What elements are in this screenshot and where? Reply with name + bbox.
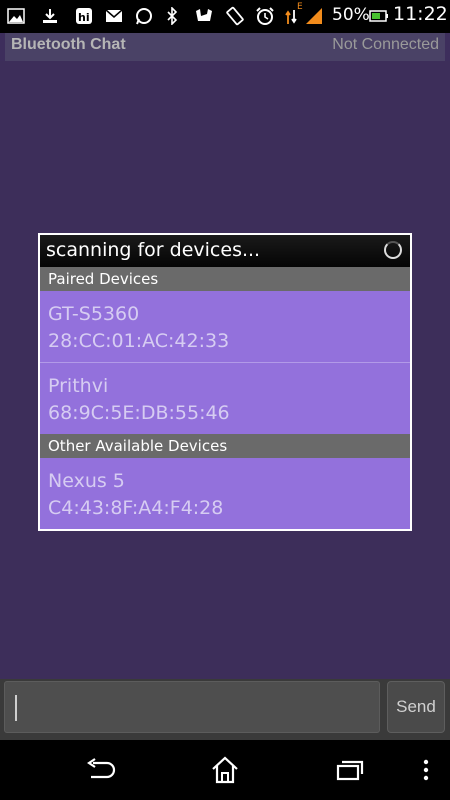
home-icon[interactable] [205,752,245,788]
network-type-label: E [297,2,303,12]
device-item-gt-s5360[interactable]: GT-S5360 28:CC:01:AC:42:33 [40,291,410,362]
device-item-nexus-5[interactable]: Nexus 5 C4:43:8F:A4:F4:28 [40,458,410,529]
other-devices-header: Other Available Devices [40,434,410,458]
title-bar-panel: Bluetooth Chat Not Connected [5,33,445,61]
gmail-icon [104,6,124,26]
recent-apps-icon[interactable] [330,752,370,788]
mobile-data-icon [284,6,298,26]
nfc-icon [192,6,216,26]
app-title: Bluetooth Chat [11,36,126,53]
device-address: C4:43:8F:A4:F4:28 [48,497,224,519]
device-item-prithvi[interactable]: Prithvi 68:9C:5E:DB:55:46 [40,363,410,434]
device-name: GT-S5360 [48,303,140,325]
paired-devices-label: Paired Devices [48,270,159,288]
menu-icon[interactable] [406,752,446,788]
battery-icon [368,6,390,26]
compose-bar: Send [0,679,450,740]
download-icon [40,6,60,26]
dialog-title: scanning for devices... [46,239,261,261]
device-name: Prithvi [48,375,109,397]
whatsapp-icon [134,6,154,26]
paired-devices-header: Paired Devices [40,267,410,291]
device-address: 28:CC:01:AC:42:33 [48,330,230,352]
navigation-bar [0,740,450,800]
other-devices-label: Other Available Devices [48,437,228,455]
clock: 11:22 [393,3,448,25]
hike-icon: hi [74,6,94,26]
battery-percent: 50% [332,5,370,25]
progress-spinner-icon [384,241,402,259]
rotate-icon [224,6,246,26]
message-input[interactable] [4,681,380,733]
back-icon[interactable] [80,752,120,788]
signal-icon [303,6,325,26]
svg-text:hi: hi [78,11,90,24]
device-list-dialog: scanning for devices... Paired Devices G… [38,233,412,531]
device-name: Nexus 5 [48,470,125,492]
status-bar: hi E 50% 11:22 [0,0,450,33]
text-cursor [15,695,17,721]
dialog-header: scanning for devices... [40,235,410,267]
gallery-icon [6,6,26,26]
title-bar: Bluetooth Chat Not Connected [0,33,450,61]
alarm-icon [254,6,276,26]
device-address: 68:9C:5E:DB:55:46 [48,402,230,424]
bluetooth-icon [164,6,180,26]
send-button[interactable]: Send [387,681,445,733]
connection-status: Not Connected [332,36,439,53]
